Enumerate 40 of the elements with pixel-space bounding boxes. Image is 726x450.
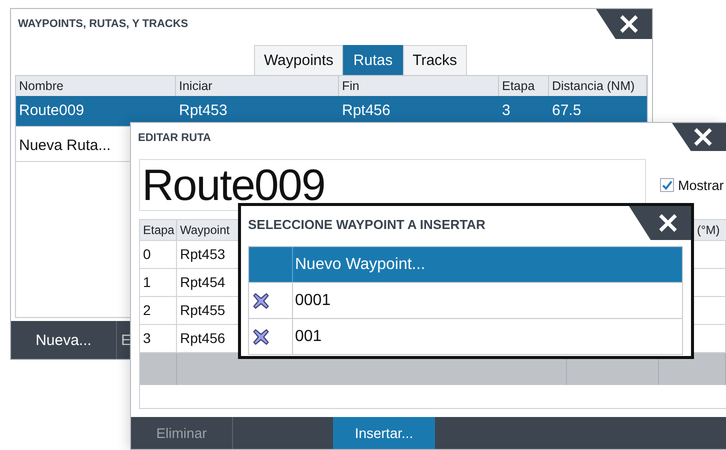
checkbox-label: Mostrar <box>678 178 724 192</box>
window-title: SELECCIONE WAYPOINT A INSERTAR <box>247 216 486 232</box>
list-item-label: 0001 <box>295 292 331 309</box>
close-button[interactable] <box>672 123 726 151</box>
list-item-label: Nuevo Waypoint... <box>295 256 426 273</box>
list-item[interactable]: Nuevo Waypoint... <box>249 247 682 283</box>
close-icon <box>659 214 677 232</box>
table-cell: 1 <box>143 274 151 290</box>
list-item[interactable]: 0001 <box>249 283 682 319</box>
tab[interactable]: Waypoints <box>254 45 344 75</box>
table-cell: Rpt453 <box>180 246 226 262</box>
table-cell: 67.5 <box>552 102 582 119</box>
table-cell: 0 <box>143 246 151 262</box>
column-header: (°M) <box>697 223 720 237</box>
tab[interactable]: Rutas <box>343 45 403 75</box>
close-button[interactable] <box>629 206 691 240</box>
close-icon <box>694 128 712 146</box>
table-cell: Rpt455 <box>180 302 226 318</box>
table-cell: Rpt456 <box>342 102 390 119</box>
table-cell: Rpt456 <box>180 330 226 346</box>
table-cell: 2 <box>143 302 151 318</box>
window-title: WAYPOINTS, RUTAS, Y TRACKS <box>17 17 188 30</box>
list-item[interactable]: 001 <box>249 319 682 355</box>
table-cell: 3 <box>143 330 151 346</box>
close-icon <box>620 15 638 33</box>
column-header: Etapa <box>143 223 174 237</box>
table-cell: Rpt453 <box>179 102 228 119</box>
close-button[interactable] <box>596 9 652 39</box>
checkbox[interactable] <box>660 178 674 192</box>
window-title: EDITAR RUTA <box>137 131 211 144</box>
table-cell: Nueva Ruta... <box>19 137 111 154</box>
tab[interactable]: Tracks <box>402 45 468 75</box>
table-cell: Route009 <box>19 102 84 119</box>
bar-button[interactable]: Insertar... <box>333 417 435 449</box>
cross-icon <box>252 292 270 310</box>
cross-icon <box>252 328 270 346</box>
table-cell: 3 <box>502 102 510 119</box>
list-item-label: 001 <box>295 328 322 345</box>
table-cell: Rpt454 <box>180 274 226 290</box>
column-header: Waypoint <box>180 223 230 237</box>
